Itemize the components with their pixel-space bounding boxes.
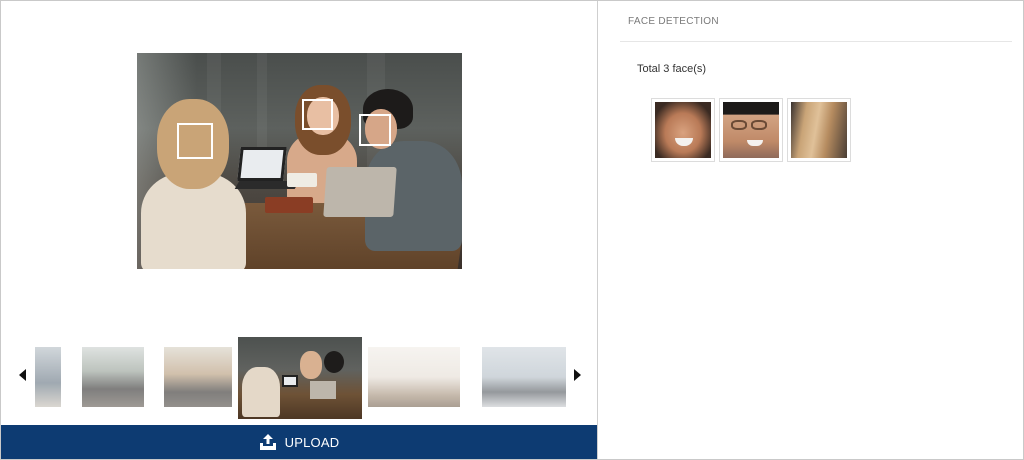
chevron-left-icon[interactable]: [19, 369, 26, 381]
thumb-6[interactable]: [482, 347, 566, 407]
thumb-4[interactable]: [238, 337, 362, 419]
upload-icon: [259, 434, 276, 450]
chevron-right-icon[interactable]: [574, 369, 581, 381]
photo-laptop: [237, 147, 287, 181]
face-detection-box[interactable]: [359, 114, 391, 146]
upload-label: UPLOAD: [284, 434, 340, 450]
face-count: Total 3 face(s): [637, 63, 707, 75]
detected-face-3[interactable]: [787, 98, 851, 162]
photo-papers: [287, 173, 317, 187]
thumb-5[interactable]: [368, 347, 460, 407]
panel-title: FACE DETECTION: [628, 16, 719, 27]
main-photo: [137, 53, 462, 269]
face-detection-box[interactable]: [177, 123, 213, 159]
detected-face-1[interactable]: [651, 98, 715, 162]
photo-laptop: [323, 167, 397, 217]
header-divider: [620, 41, 1012, 42]
image-viewer-panel: [1, 1, 597, 459]
photo-notebook: [265, 197, 313, 213]
thumbnail-carousel: [1, 337, 597, 421]
thumb-1[interactable]: [35, 347, 61, 407]
thumb-3[interactable]: [164, 347, 232, 407]
face-detection-panel: FACE DETECTION Total 3 face(s): [598, 1, 1023, 459]
face-detection-box[interactable]: [302, 99, 333, 130]
upload-button[interactable]: UPLOAD: [1, 425, 597, 459]
detected-face-2[interactable]: [719, 98, 783, 162]
thumb-2[interactable]: [82, 347, 144, 407]
